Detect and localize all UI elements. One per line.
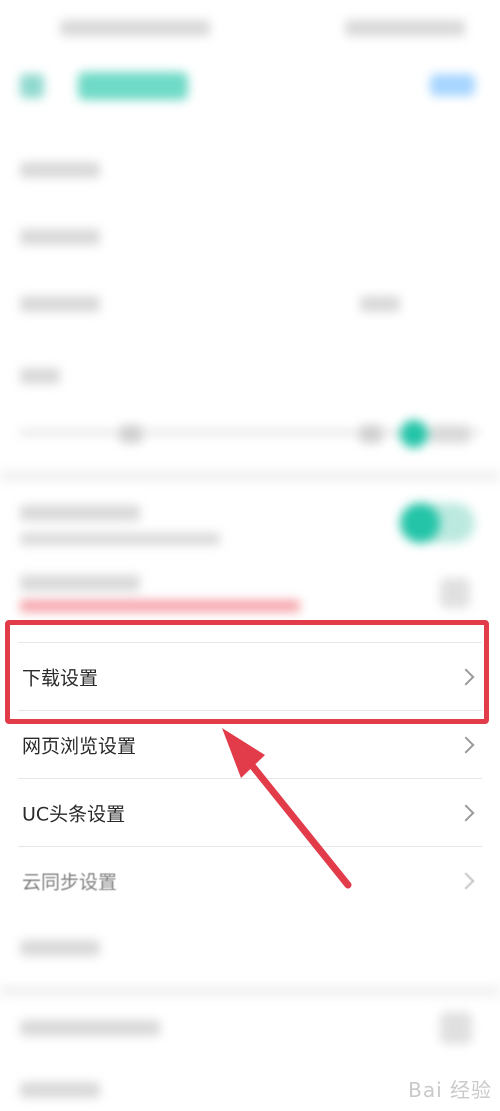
arrow-annotation-icon [222,728,352,889]
watermark: Bai 经验 [408,1078,492,1102]
